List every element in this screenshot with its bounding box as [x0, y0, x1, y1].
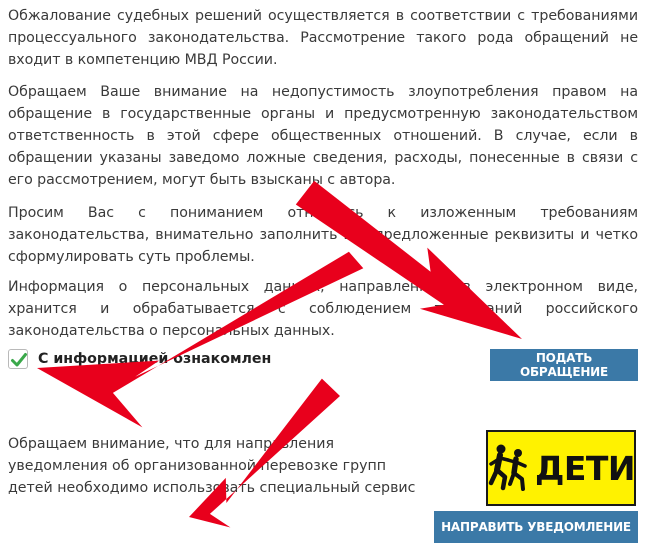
children-badge-text: ДЕТИ — [534, 448, 636, 488]
children-service-badge[interactable]: ДЕТИ — [486, 430, 636, 506]
running-children-icon — [488, 444, 527, 491]
acknowledge-checkbox[interactable] — [8, 349, 28, 369]
acknowledge-label[interactable]: С информацией ознакомлен — [38, 351, 271, 367]
personal-data-paragraph: Информация о персональных данных, направ… — [8, 279, 638, 339]
request-paragraph: Просим Вас с пониманием отнестись к изло… — [8, 205, 638, 265]
send-notification-button[interactable]: Направить уведомление — [434, 511, 638, 543]
children-transport-notice: Обращаем внимание, что для направления у… — [8, 436, 416, 496]
acknowledge-row[interactable]: С информацией ознакомлен — [8, 349, 271, 369]
submit-appeal-button[interactable]: Подать обращение — [490, 349, 638, 381]
checkmark-icon — [11, 353, 27, 367]
abuse-warning-paragraph: Обращаем Ваше внимание на недопустимость… — [8, 84, 638, 188]
appeal-paragraph: Обжалование судебных решений осуществляе… — [8, 8, 638, 68]
